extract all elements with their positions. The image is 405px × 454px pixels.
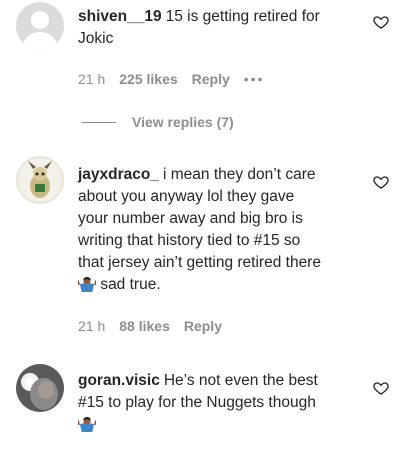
comment-time: 21 h	[78, 318, 106, 334]
more-options-icon[interactable]: •••	[244, 71, 265, 87]
comment-username[interactable]: goran.visic	[78, 372, 160, 389]
comment-text-line: that jersey ain’t getting retired there	[78, 254, 321, 271]
comment-text-line: about you anyway lol they gave	[78, 188, 295, 205]
comment-text-line: sad true.	[100, 276, 161, 293]
divider-line	[82, 121, 116, 123]
comment-text-line: He’s not even the best	[163, 372, 318, 389]
comment-text-line: your number away and big bro is	[78, 210, 303, 227]
comment-meta: 21 h 225 likes Reply •••	[78, 71, 278, 87]
comment-text-line: Jokic	[78, 30, 114, 47]
likes-count[interactable]: 88 likes	[119, 318, 170, 334]
likes-count[interactable]: 225 likes	[119, 71, 177, 87]
comment-text: shiven__19 15 is getting retired for Joki…	[78, 6, 374, 50]
reply-button[interactable]: Reply	[192, 71, 230, 87]
view-replies-button[interactable]: View replies (7)	[82, 114, 234, 130]
view-replies-label[interactable]: View replies (7)	[132, 114, 234, 130]
avatar[interactable]	[16, 364, 64, 412]
comment-text-line: 15 is getting retired for	[165, 8, 320, 25]
comment-username[interactable]: shiven__19	[78, 8, 162, 25]
comment-text: jayxdraco_ i mean they don’t care about y…	[78, 164, 374, 296]
heart-icon[interactable]	[373, 380, 389, 396]
reply-button[interactable]: Reply	[184, 318, 222, 334]
person-shrugging-emoji-icon	[78, 276, 96, 292]
comment-3: goran.visic He’s not even the best #15 to…	[16, 360, 405, 454]
comment-time: 21 h	[78, 71, 106, 87]
avatar[interactable]	[16, 2, 64, 50]
heart-icon[interactable]	[373, 174, 389, 190]
comment-username[interactable]: jayxdraco_	[78, 166, 159, 183]
comment-2: jayxdraco_ i mean they don’t care about y…	[16, 150, 405, 350]
comment-text-line: i mean they don’t care	[163, 166, 316, 183]
comment-meta: 21 h 88 likes Reply	[78, 318, 236, 334]
person-shrugging-emoji-icon	[78, 416, 96, 432]
comment-text-line: #15 to play for the Nuggets though	[78, 394, 316, 411]
comment-text: goran.visic He’s not even the best #15 to…	[78, 370, 374, 436]
heart-icon[interactable]	[373, 14, 389, 30]
avatar[interactable]	[16, 156, 64, 204]
comment-text-line: writing that history tied to #15 so	[78, 232, 301, 249]
